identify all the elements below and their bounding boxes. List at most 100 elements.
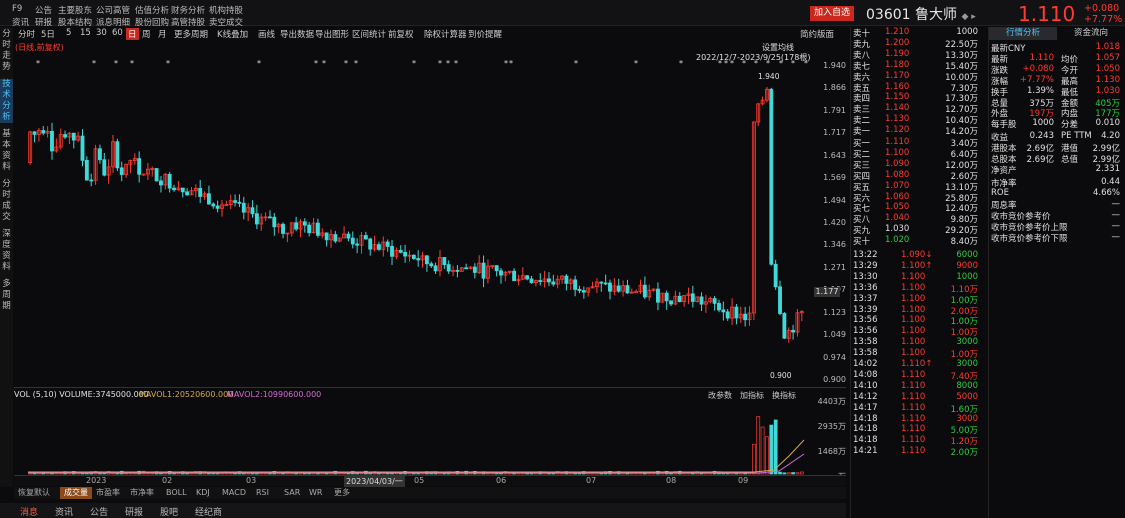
tick-row: 14:18 1.110 1.20万	[853, 435, 986, 447]
kline-chart[interactable]: * * * * * * * * * * * * * * * * * * * * * * * * * * * * (日线,前复权) 设置…	[14, 42, 846, 387]
vol-tab[interactable]: 加指标	[740, 390, 764, 401]
toolbar-item[interactable]: 导出图形	[315, 28, 349, 40]
event-marker[interactable]: *	[446, 59, 450, 68]
event-marker[interactable]: *	[509, 59, 513, 68]
nav-item[interactable]: 财务分析	[171, 4, 205, 16]
price-tick: 1.494	[823, 195, 846, 205]
candle-body	[782, 313, 787, 339]
toolbar-item[interactable]: 30	[96, 28, 107, 38]
toolbar-item[interactable]: 5日	[41, 28, 55, 40]
add-watchlist-button[interactable]: 加入自选	[810, 6, 854, 21]
event-marker[interactable]: *	[574, 59, 578, 68]
bottom-tab[interactable]: 消息	[20, 505, 38, 518]
price-tick: 1.569	[823, 173, 846, 183]
toolbar-item[interactable]: 5	[66, 28, 71, 38]
left-tab[interactable]: 分时成交	[0, 179, 13, 223]
indicator-tab[interactable]: 市净率	[130, 487, 154, 499]
tab-fund-flow[interactable]: 资金流向	[1057, 27, 1125, 40]
toolbar-item[interactable]: 到价提醒	[468, 28, 502, 40]
tick-volume: 8000	[956, 380, 978, 391]
event-marker[interactable]: *	[679, 59, 683, 68]
nav-item[interactable]: 机构持股	[209, 4, 243, 16]
indicator-tab[interactable]: RSI	[256, 487, 269, 499]
event-marker[interactable]: *	[354, 59, 358, 68]
toolbar-item[interactable]: 除权计算器	[424, 28, 467, 40]
event-marker[interactable]: *	[166, 59, 170, 68]
vol-tab[interactable]: 换指标	[772, 390, 796, 401]
event-marker[interactable]: *	[344, 59, 348, 68]
order-book-row: 买七 1.050 12.40万	[853, 202, 986, 214]
event-marker[interactable]: *	[322, 59, 326, 68]
volume-panel[interactable]: VOL (5,10) VOLUME:3745000.000 MAVOL1:205…	[14, 387, 846, 481]
vol-tab[interactable]: 改参数	[708, 390, 732, 401]
indicator-tab[interactable]: MACD	[222, 487, 246, 499]
toolbar-item[interactable]: 周	[142, 28, 151, 40]
indicator-tab[interactable]: 市盈率	[96, 487, 120, 499]
left-tab[interactable]: 分时走势	[0, 29, 13, 73]
event-marker[interactable]: *	[314, 59, 318, 68]
tick-time: 14:21	[853, 446, 878, 457]
event-marker[interactable]: *	[257, 59, 261, 68]
order-book-row: 买六 1.060 25.80万	[853, 192, 986, 204]
bottom-tab[interactable]: 资讯	[55, 505, 73, 518]
indicator-tab[interactable]: 更多	[334, 487, 350, 499]
event-marker[interactable]: *	[412, 59, 416, 68]
toolbar-item[interactable]: 画线	[258, 28, 275, 40]
indicator-tab[interactable]: 成交量	[60, 487, 92, 499]
toolbar-item[interactable]: 导出数据	[280, 28, 314, 40]
candle-body	[642, 284, 647, 298]
event-marker[interactable]: *	[504, 59, 508, 68]
event-marker[interactable]: *	[454, 59, 458, 68]
toolbar-item[interactable]: 分时	[18, 28, 35, 40]
tick-volume: 9000	[956, 260, 978, 271]
left-tab[interactable]: 深度资料	[0, 229, 13, 273]
toolbar-item[interactable]: 更多周期	[174, 28, 208, 40]
nav-item[interactable]: F9	[12, 4, 22, 14]
bottom-tab[interactable]: 公告	[90, 505, 108, 518]
toolbar-item[interactable]: 区间统计	[352, 28, 386, 40]
toolbar-item[interactable]: K线叠加	[217, 28, 248, 40]
indicator-tab[interactable]: KDJ	[196, 487, 210, 499]
toolbar-item[interactable]: 前复权	[388, 28, 414, 40]
bottom-tab[interactable]: 股吧	[160, 505, 178, 518]
event-marker[interactable]: *	[36, 59, 40, 68]
candle-body	[272, 216, 277, 228]
nav-item[interactable]: 公告	[35, 4, 52, 16]
price-tick: 0.900	[823, 375, 846, 384]
toolbar-item[interactable]: 简约版面	[800, 28, 834, 40]
bottom-tab[interactable]: 研报	[125, 505, 143, 518]
order-book-row: 卖三 1.140 12.70万	[853, 103, 986, 115]
tick-volume: 3000	[956, 413, 978, 424]
indicator-tab[interactable]: 恢复默认	[18, 487, 50, 499]
bottom-tab[interactable]: 经纪商	[195, 505, 222, 518]
event-marker[interactable]: *	[114, 59, 118, 68]
nav-item[interactable]: 主要股东	[58, 4, 92, 16]
fund-value: 2.331	[1095, 164, 1120, 174]
tick-time: 13:58	[853, 337, 878, 348]
event-marker[interactable]: *	[634, 59, 638, 68]
event-marker[interactable]: *	[438, 59, 442, 68]
toolbar-item[interactable]: 月	[158, 28, 167, 40]
toolbar-item[interactable]: 15	[80, 28, 91, 38]
indicator-tabs: 恢复默认 成交量 市盈率 市净率 BOLL KDJ MACD RSI SAR WR 更多	[14, 487, 846, 499]
event-marker[interactable]: *	[92, 59, 96, 68]
price-tick: 1.791	[823, 105, 846, 115]
candle-body	[159, 180, 163, 186]
left-tab[interactable]: 技术分析	[0, 79, 13, 123]
indicator-tab[interactable]: WR	[309, 487, 322, 499]
ob-level: 卖一	[853, 127, 871, 138]
nav-item[interactable]: 公司高管	[96, 4, 130, 16]
candle-body	[433, 265, 438, 272]
tab-market-analysis[interactable]: 行情分析	[989, 27, 1057, 40]
indicator-tab[interactable]: SAR	[284, 487, 300, 499]
left-tab[interactable]: 多周期	[0, 279, 13, 312]
fund-value: 1000	[1032, 118, 1054, 129]
tick-price: 1.110	[901, 435, 926, 446]
nav-arrows-icon[interactable]: ◆ ▸	[961, 12, 975, 22]
nav-item[interactable]: 估值分析	[135, 4, 169, 16]
indicator-tab[interactable]: BOLL	[166, 487, 187, 499]
event-marker[interactable]: *	[130, 59, 134, 68]
toolbar-item[interactable]: 日	[126, 28, 139, 40]
left-tab[interactable]: 基本资料	[0, 129, 13, 173]
toolbar-item[interactable]: 60	[112, 28, 123, 38]
